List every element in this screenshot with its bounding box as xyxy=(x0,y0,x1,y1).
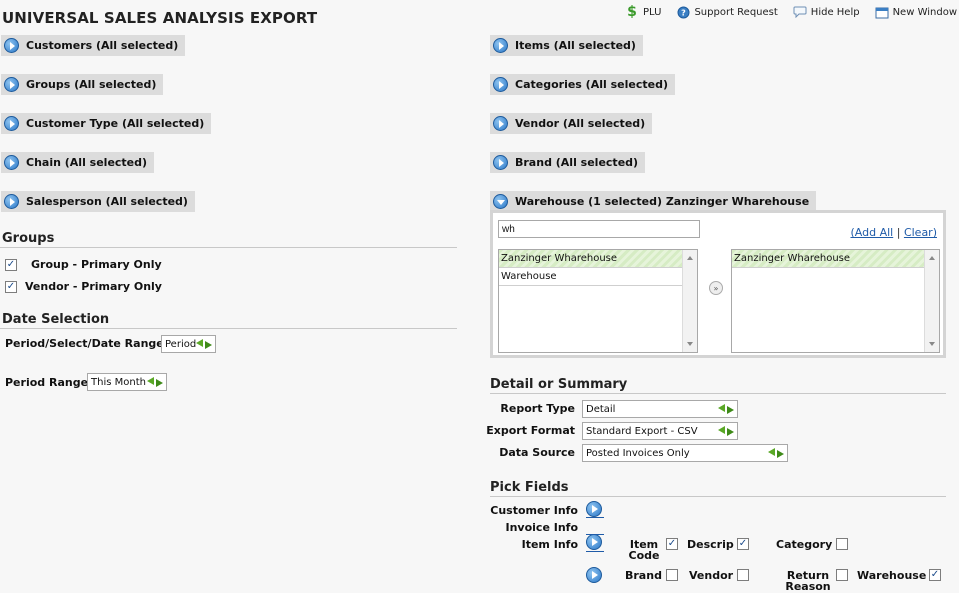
group-primary-checkbox[interactable]: ✓ xyxy=(5,258,17,271)
expand-arrow-icon xyxy=(4,116,19,131)
divider xyxy=(0,247,457,248)
vendor-filter[interactable]: Vendor (All selected) xyxy=(490,113,653,134)
period-select[interactable]: Period xyxy=(161,335,216,353)
chain-filter[interactable]: Chain (All selected) xyxy=(1,152,155,173)
brand-checkbox[interactable] xyxy=(666,569,678,581)
swap-arrows-icon xyxy=(718,425,734,437)
item-info-expand-icon[interactable] xyxy=(586,567,602,583)
scroll-up-icon xyxy=(929,256,935,260)
expand-arrow-icon xyxy=(4,77,19,92)
expand-arrow-icon xyxy=(4,38,19,53)
support-icon: ? xyxy=(676,5,690,19)
link-underline xyxy=(586,551,604,552)
support-request-link[interactable]: ? Support Request xyxy=(676,5,778,19)
collapse-arrow-icon xyxy=(493,194,508,209)
divider xyxy=(0,328,457,329)
items-filter[interactable]: Items (All selected) xyxy=(490,35,643,56)
expand-arrow-icon xyxy=(493,77,508,92)
customer-info-expand-icon[interactable] xyxy=(586,501,602,517)
period-range-select[interactable]: This Month xyxy=(87,373,167,391)
link-underline xyxy=(586,517,604,518)
selected-warehouse-list[interactable]: Zanzinger Wharehouse xyxy=(731,249,940,353)
warehouse-search-input[interactable] xyxy=(498,220,700,238)
move-right-button[interactable]: » xyxy=(709,281,723,295)
available-warehouse-list[interactable]: Zanzinger Wharehouse Warehouse xyxy=(498,249,698,353)
plu-link[interactable]: $ PLU xyxy=(625,4,661,20)
brand-label: Brand xyxy=(625,569,662,582)
descrip-checkbox[interactable]: ✓ xyxy=(737,538,749,550)
group-primary-option[interactable]: ✓ Group - Primary Only xyxy=(5,258,162,271)
export-format-select[interactable]: Standard Export - CSV xyxy=(582,422,738,440)
new-window-link[interactable]: New Window xyxy=(875,5,957,19)
pick-fields-heading: Pick Fields xyxy=(490,480,569,495)
swap-arrows-icon xyxy=(768,447,784,459)
warehouse-panel: (Add All | Clear) Zanzinger Wharehouse W… xyxy=(490,210,946,358)
swap-arrows-icon xyxy=(718,403,734,415)
add-all-link[interactable]: (Add All xyxy=(850,226,893,239)
scroll-up-icon xyxy=(687,256,693,260)
customer-info-label: Customer Info xyxy=(490,504,578,517)
double-chevron-right-icon: » xyxy=(713,283,719,293)
data-source-select[interactable]: Posted Invoices Only xyxy=(582,444,788,462)
warehouse-label: Warehouse xyxy=(857,569,927,582)
divider xyxy=(490,393,946,394)
speech-bubble-icon xyxy=(793,5,807,19)
report-type-select[interactable]: Detail xyxy=(582,400,738,418)
swap-arrows-icon xyxy=(196,338,212,350)
scroll-down-icon xyxy=(929,342,935,346)
item-code-label: Item Code xyxy=(628,538,660,562)
export-format-label: Export Format xyxy=(486,424,575,437)
expand-arrow-icon xyxy=(4,194,19,209)
page-title: UNIVERSAL SALES ANALYSIS EXPORT xyxy=(2,9,318,27)
descrip-label: Descrip xyxy=(687,538,734,551)
hide-help-link[interactable]: Hide Help xyxy=(793,5,860,19)
list-item[interactable]: Warehouse xyxy=(499,268,682,286)
return-reason-label: Return Reason xyxy=(785,569,831,593)
list-item[interactable]: Zanzinger Wharehouse xyxy=(499,250,682,268)
invoice-info-label: Invoice Info xyxy=(505,521,579,534)
expand-arrow-icon xyxy=(493,155,508,170)
report-type-label: Report Type xyxy=(500,402,575,415)
vendor-primary-option[interactable]: ✓ Vendor - Primary Only xyxy=(5,280,162,293)
clear-link[interactable]: Clear) xyxy=(904,226,937,239)
list-item[interactable]: Zanzinger Wharehouse xyxy=(732,250,924,268)
scroll-down-icon xyxy=(687,342,693,346)
date-selection-heading: Date Selection xyxy=(2,312,110,327)
period-label: Period/Select/Date Range xyxy=(5,337,164,350)
svg-text:?: ? xyxy=(681,8,686,17)
data-source-label: Data Source xyxy=(499,446,575,459)
detail-summary-heading: Detail or Summary xyxy=(490,377,628,392)
warehouse-filter[interactable]: Warehouse (1 selected) Zanzinger Whareho… xyxy=(490,191,817,212)
groups-filter[interactable]: Groups (All selected) xyxy=(1,74,164,95)
groups-heading: Groups xyxy=(2,231,55,246)
customer-type-filter[interactable]: Customer Type (All selected) xyxy=(1,113,212,134)
categories-filter[interactable]: Categories (All selected) xyxy=(490,74,675,95)
return-reason-checkbox[interactable] xyxy=(836,569,848,581)
swap-arrows-icon xyxy=(147,376,163,388)
scrollbar[interactable] xyxy=(924,250,939,352)
period-range-label: Period Range xyxy=(5,376,89,389)
new-window-icon xyxy=(875,5,889,19)
category-checkbox[interactable] xyxy=(836,538,848,550)
vendor-checkbox[interactable] xyxy=(737,569,749,581)
item-info-label: Item Info xyxy=(521,538,578,551)
expand-arrow-icon xyxy=(4,155,19,170)
top-links: $ PLU ? Support Request Hide Help New Wi… xyxy=(610,4,957,20)
brand-filter[interactable]: Brand (All selected) xyxy=(490,152,646,173)
add-clear-links: (Add All | Clear) xyxy=(850,226,937,239)
warehouse-checkbox[interactable]: ✓ xyxy=(929,569,941,581)
expand-arrow-icon xyxy=(493,38,508,53)
item-code-checkbox[interactable]: ✓ xyxy=(666,538,678,550)
vendor-primary-checkbox[interactable]: ✓ xyxy=(5,280,17,293)
salesperson-filter[interactable]: Salesperson (All selected) xyxy=(1,191,195,212)
divider xyxy=(490,496,946,497)
customers-filter[interactable]: Customers (All selected) xyxy=(1,35,186,56)
scrollbar[interactable] xyxy=(682,250,697,352)
vendor-label: Vendor xyxy=(689,569,734,582)
category-label: Category xyxy=(776,538,833,551)
dollar-icon: $ xyxy=(627,4,637,20)
invoice-info-expand-icon[interactable] xyxy=(586,534,602,550)
expand-arrow-icon xyxy=(493,116,508,131)
link-underline xyxy=(586,534,604,535)
